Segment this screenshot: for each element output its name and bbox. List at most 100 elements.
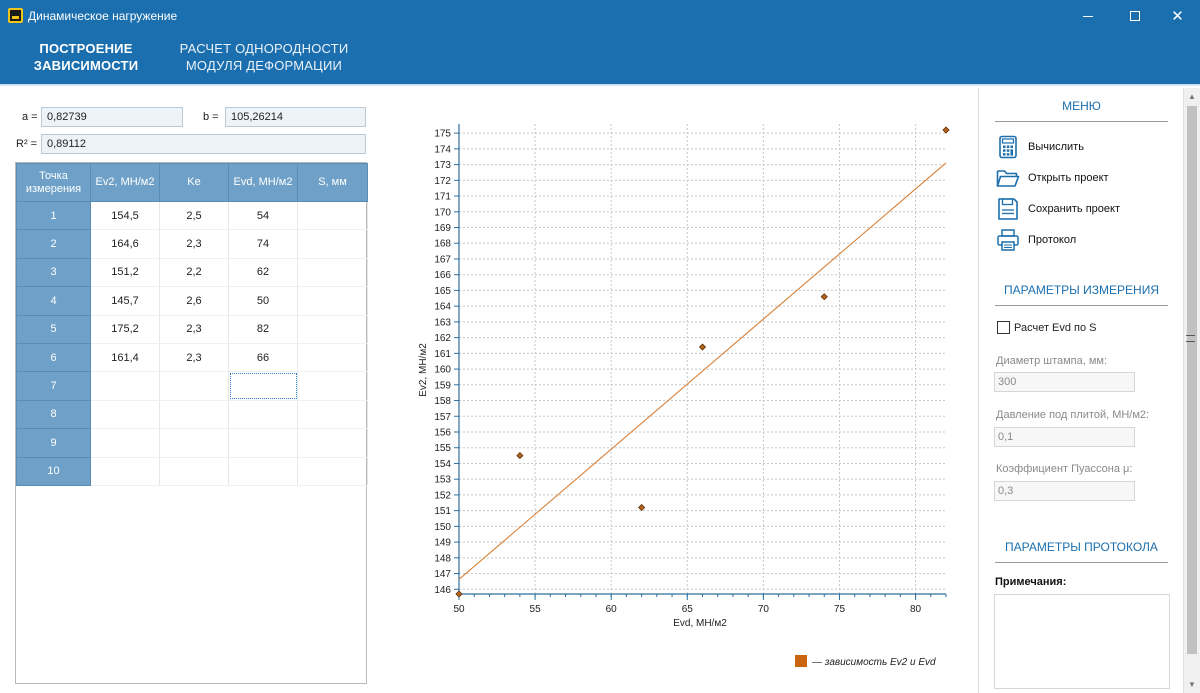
calc-evd-by-s-checkbox[interactable] <box>997 321 1010 334</box>
right-panel-scrollbar[interactable]: ▲ ▼ <box>1183 88 1200 693</box>
ke-cell[interactable]: 2,3 <box>159 229 229 259</box>
row-point[interactable]: 5 <box>16 314 91 344</box>
s-cell[interactable] <box>297 428 368 458</box>
ev2-cell[interactable] <box>90 371 160 401</box>
evd-cell[interactable]: 54 <box>228 201 298 231</box>
y-tick-label: 170 <box>434 207 451 218</box>
x-tick-label: 65 <box>682 604 694 615</box>
ke-cell[interactable]: 2,3 <box>159 343 229 373</box>
s-cell[interactable] <box>297 400 368 430</box>
y-tick-label: 156 <box>434 427 451 438</box>
ev2-cell[interactable] <box>90 400 160 430</box>
s-cell[interactable] <box>297 457 368 486</box>
evd-cell[interactable]: 82 <box>228 315 298 344</box>
table-row: 5 175,2 2,3 82 <box>16 314 368 344</box>
col-header-point[interactable]: Точка измерения <box>16 163 91 202</box>
x-tick-label: 55 <box>530 604 542 615</box>
evd-cell[interactable] <box>228 428 298 458</box>
measurement-params-title: ПАРАМЕТРЫ ИЗМЕРЕНИЯ <box>1004 283 1159 297</box>
ke-cell[interactable]: 2,3 <box>159 315 229 344</box>
close-icon: ✕ <box>1171 7 1184 25</box>
y-tick-label: 168 <box>434 239 451 250</box>
row-point[interactable]: 1 <box>16 200 91 231</box>
s-cell[interactable] <box>297 315 368 344</box>
col-header-ev2[interactable]: Ev2, МН/м2 <box>90 163 160 202</box>
row-point[interactable]: 9 <box>16 428 91 458</box>
s-cell[interactable] <box>297 343 368 373</box>
ke-cell[interactable]: 2,6 <box>159 286 229 316</box>
x-tick-label: 70 <box>758 604 770 615</box>
evd-cell[interactable] <box>228 457 298 486</box>
notes-textarea[interactable] <box>994 594 1170 689</box>
ke-cell[interactable] <box>159 428 229 458</box>
y-tick-label: 149 <box>434 538 451 549</box>
row-point[interactable]: 3 <box>16 257 91 288</box>
ke-cell[interactable] <box>159 457 229 486</box>
row-point[interactable]: 8 <box>16 399 91 430</box>
maximize-icon <box>1129 11 1140 21</box>
ev2-cell[interactable]: 151,2 <box>90 258 160 288</box>
table-row: 9 <box>16 428 368 458</box>
ev2-cell[interactable]: 154,5 <box>90 201 160 231</box>
legend-label: — зависимость Ev2 и Evd <box>811 657 936 668</box>
ev2-cell[interactable]: 161,4 <box>90 343 160 373</box>
col-header-evd[interactable]: Evd, МН/м2 <box>228 163 298 202</box>
s-cell[interactable] <box>297 229 368 259</box>
x-tick-label: 75 <box>834 604 846 615</box>
ev2-cell[interactable] <box>90 428 160 458</box>
protocol-button[interactable]: Протокол <box>996 227 1076 253</box>
row-point[interactable]: 6 <box>16 342 91 373</box>
col-header-s[interactable]: S, мм <box>297 163 368 202</box>
maximize-button[interactable] <box>1112 0 1157 32</box>
poisson-input[interactable]: 0,3 <box>994 481 1135 501</box>
save-project-button[interactable]: Сохранить проект <box>996 196 1120 222</box>
evd-cell[interactable]: 66 <box>228 343 298 373</box>
s-cell[interactable] <box>297 371 368 401</box>
ev2-cell[interactable] <box>90 457 160 486</box>
col-header-ke[interactable]: Ke <box>159 163 229 202</box>
y-tick-label: 175 <box>434 129 451 140</box>
ke-cell[interactable] <box>159 400 229 430</box>
evd-cell[interactable]: 62 <box>228 258 298 288</box>
s-cell[interactable] <box>297 286 368 316</box>
pressure-input[interactable]: 0,1 <box>994 427 1135 447</box>
y-tick-label: 163 <box>434 317 451 328</box>
row-point[interactable]: 10 <box>16 456 91 486</box>
tab-label-line2: МОДУЛЯ ДЕФОРМАЦИИ <box>185 58 343 73</box>
evd-cell[interactable] <box>228 371 298 401</box>
scroll-down-icon[interactable]: ▼ <box>1188 680 1196 689</box>
row-point[interactable]: 4 <box>16 286 91 316</box>
calculate-button[interactable]: Вычислить <box>996 134 1084 160</box>
table-row: 6 161,4 2,3 66 <box>16 342 368 373</box>
scrollbar-thumb[interactable] <box>1187 106 1197 654</box>
open-project-button[interactable]: Открыть проект <box>996 165 1109 191</box>
ke-cell[interactable]: 2,5 <box>159 201 229 231</box>
tab-build-dependency[interactable]: ПОСТРОЕНИЕ ЗАВИСИМОСТИ <box>30 40 142 74</box>
scroll-up-icon[interactable]: ▲ <box>1188 92 1196 101</box>
ke-cell[interactable]: 2,2 <box>159 258 229 288</box>
window-title: Динамическое нагружение <box>28 9 178 23</box>
y-tick-label: 146 <box>434 585 451 596</box>
evd-cell[interactable]: 50 <box>228 286 298 316</box>
chart-grid <box>458 124 946 594</box>
a-value-field: 0,82739 <box>41 107 183 127</box>
minimize-button[interactable] <box>1065 0 1110 32</box>
y-tick-label: 159 <box>434 380 451 391</box>
evd-cell[interactable] <box>228 400 298 430</box>
evd-cell[interactable]: 74 <box>228 229 298 259</box>
ev2-cell[interactable]: 175,2 <box>90 315 160 344</box>
y-tick-label: 148 <box>434 553 451 564</box>
row-point[interactable]: 2 <box>16 229 91 259</box>
s-cell[interactable] <box>297 201 368 231</box>
close-button[interactable]: ✕ <box>1155 0 1200 32</box>
row-point[interactable]: 7 <box>16 371 91 401</box>
ev2-cell[interactable]: 164,6 <box>90 229 160 259</box>
stamp-diameter-input[interactable]: 300 <box>994 372 1135 392</box>
table-row: 7 <box>16 371 368 401</box>
ev2-cell[interactable]: 145,7 <box>90 286 160 316</box>
tab-homogeneity[interactable]: РАСЧЕТ ОДНОРОДНОСТИ МОДУЛЯ ДЕФОРМАЦИИ <box>178 40 350 74</box>
ke-cell[interactable] <box>159 371 229 401</box>
y-axis-label: Ev2, МН/м2 <box>418 343 429 397</box>
calc-evd-by-s-label: Расчет Evd по S <box>1014 322 1097 334</box>
s-cell[interactable] <box>297 258 368 288</box>
